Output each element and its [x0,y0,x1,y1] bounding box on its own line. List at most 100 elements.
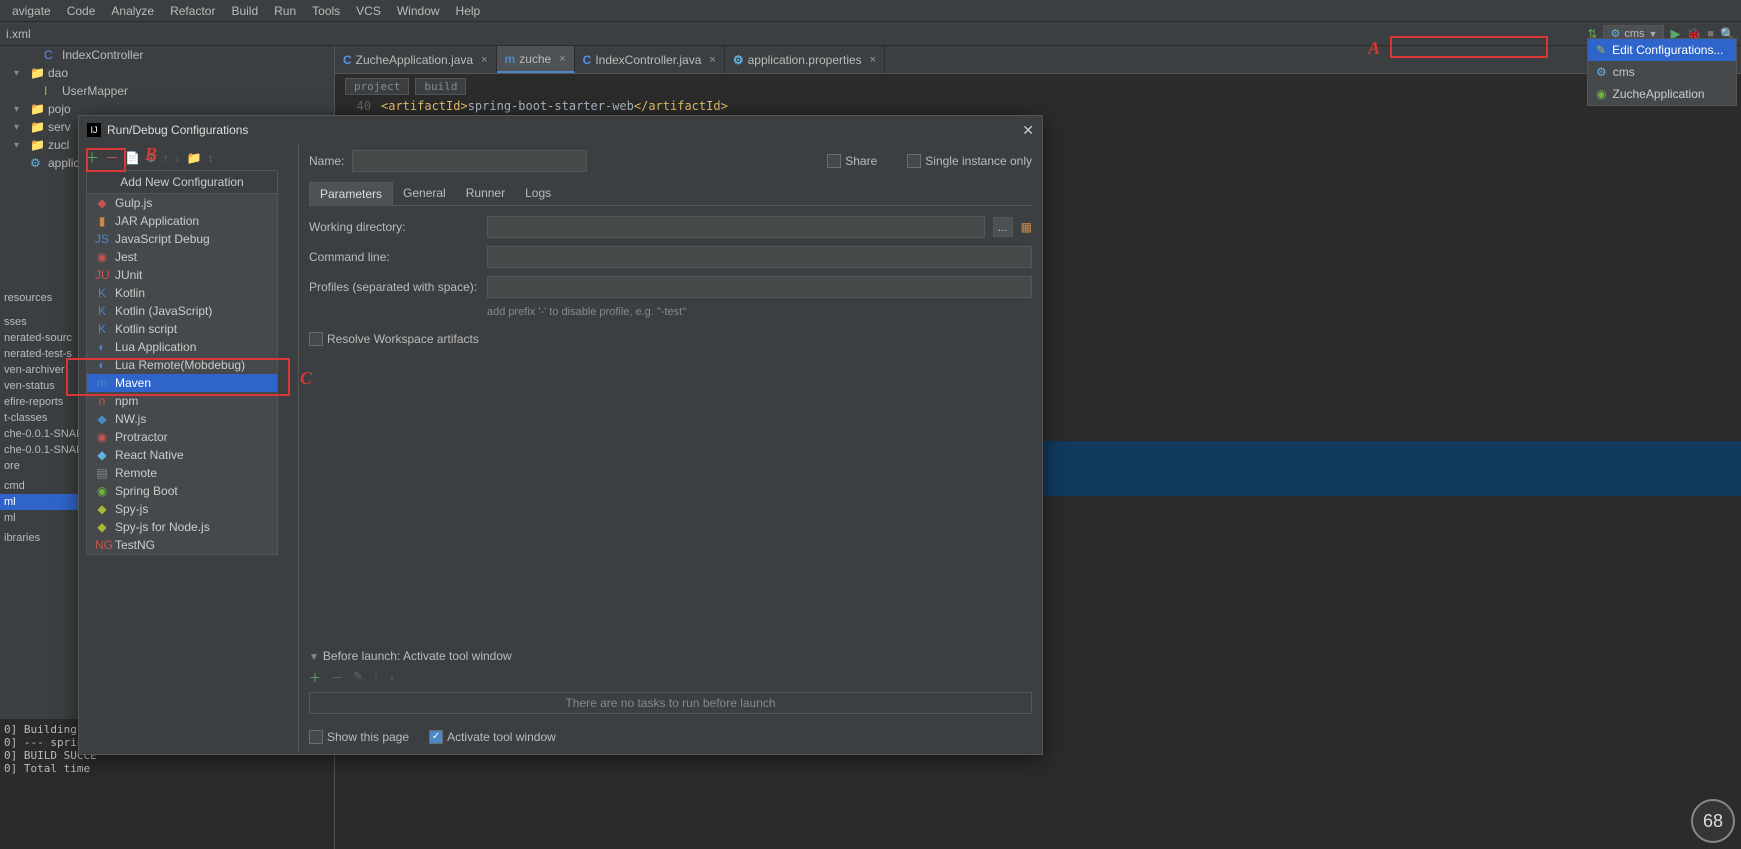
config-type-item[interactable]: ◉Spring Boot [87,482,277,500]
add-config-button[interactable]: ＋ [85,148,99,168]
config-type-item[interactable]: JUJUnit [87,266,277,284]
xml-value: spring-boot-starter-web [468,99,634,113]
tree-item[interactable]: ▾📁dao [0,64,334,82]
config-type-item[interactable]: JSJavaScript Debug [87,230,277,248]
config-type-item[interactable]: ▮JAR Application [87,212,277,230]
config-type-item[interactable]: ◉Protractor [87,428,277,446]
side-item[interactable]: ml [0,494,87,510]
before-launch-label: Before launch: Activate tool window [323,649,512,663]
menu-analyze[interactable]: Analyze [103,4,162,18]
edit-configs-item[interactable]: ✎ Edit Configurations... [1588,39,1736,61]
close-tab-icon[interactable]: × [477,54,487,66]
menu-vcs[interactable]: VCS [348,4,389,18]
tab-parameters[interactable]: Parameters [309,182,393,205]
config-type-item[interactable]: ◉Jest [87,248,277,266]
config-type-item[interactable]: ◐Lua Remote(Mobdebug) [87,356,277,374]
config-type-item[interactable]: ◆React Native [87,446,277,464]
single-instance-checkbox[interactable]: Single instance only [907,154,1032,168]
side-item[interactable]: nerated-test-s [0,346,87,362]
side-item[interactable]: che-0.0.1-SNAP [0,442,87,458]
tree-item[interactable]: CIndexController [0,46,334,64]
config-zuche-item[interactable]: ◉ ZucheApplication [1588,83,1736,105]
menu-navigate[interactable]: avigate [4,4,59,18]
config-type-item[interactable]: NGTestNG [87,536,277,554]
side-item[interactable]: ven-status [0,378,87,394]
menu-run[interactable]: Run [266,4,304,18]
down-button[interactable]: ↓ [175,151,181,165]
profiles-label: Profiles (separated with space): [309,280,479,294]
side-item[interactable]: ml [0,510,87,526]
resolve-workspace-checkbox[interactable]: Resolve Workspace artifacts [309,332,1032,346]
config-type-item[interactable]: ◆Spy-js for Node.js [87,518,277,536]
config-type-item[interactable]: ▤Remote [87,464,277,482]
bl-add-button[interactable]: ＋ [309,669,321,686]
config-type-item[interactable]: ◆Spy-js [87,500,277,518]
copy-button[interactable]: 📄 [125,151,140,165]
side-item[interactable]: ore [0,458,87,474]
side-item[interactable]: cmd [0,478,87,494]
close-tab-icon[interactable]: × [555,53,565,65]
remove-config-button[interactable]: － [105,148,119,168]
bc-project[interactable]: project [345,78,409,95]
side-item[interactable]: che-0.0.1-SNAP [0,426,87,442]
config-type-item[interactable]: ◆NW.js [87,410,277,428]
side-item[interactable]: efire-reports [0,394,87,410]
config-type-item[interactable]: KKotlin script [87,320,277,338]
close-tab-icon[interactable]: × [705,54,715,66]
side-item[interactable]: nerated-sourc [0,330,87,346]
collapse-icon[interactable]: ▼ [309,652,319,663]
chevron-down-icon: ▼ [1649,29,1658,39]
activate-tool-checkbox[interactable]: ✓Activate tool window [429,730,556,744]
profiles-input[interactable] [487,276,1032,298]
up-button[interactable]: ↑ [163,151,169,165]
tab-general[interactable]: General [393,182,456,205]
activate-tool-label: Activate tool window [447,730,556,744]
show-page-label: Show this page [327,730,409,744]
share-checkbox[interactable]: Share [827,154,877,168]
config-type-item[interactable]: KKotlin (JavaScript) [87,302,277,320]
tab-runner[interactable]: Runner [456,182,515,205]
main-menu-bar: avigate Code Analyze Refactor Build Run … [0,0,1741,22]
editor-tab[interactable]: ⚙application.properties× [725,46,885,73]
bl-up-button[interactable]: ↑ [373,669,379,686]
notification-badge[interactable]: 68 [1691,799,1735,843]
close-tab-icon[interactable]: × [866,54,876,66]
show-page-checkbox[interactable]: Show this page [309,730,409,744]
gear-icon: ⚙ [1596,65,1607,79]
config-type-item[interactable]: ◆Gulp.js [87,194,277,212]
inline-button[interactable]: ▦ [1021,220,1032,234]
menu-refactor[interactable]: Refactor [162,4,223,18]
side-item[interactable]: ibraries [0,530,87,546]
config-type-item[interactable]: nnpm [87,392,277,410]
menu-help[interactable]: Help [448,4,489,18]
config-cms-item[interactable]: ⚙ cms [1588,61,1736,83]
side-item[interactable]: ven-archiver [0,362,87,378]
sort-button[interactable]: ↕ [208,151,214,165]
bl-down-button[interactable]: ↓ [389,669,395,686]
config-type-item[interactable]: ◐Lua Application [87,338,277,356]
bl-edit-button[interactable]: ✎ [353,669,363,686]
editor-tab[interactable]: CZucheApplication.java× [335,46,497,73]
working-dir-input[interactable] [487,216,985,238]
menu-window[interactable]: Window [389,4,448,18]
config-type-item[interactable]: KKotlin [87,284,277,302]
editor-tab[interactable]: mzuche× [497,46,575,73]
tab-logs[interactable]: Logs [515,182,561,205]
editor-tab[interactable]: CIndexController.java× [575,46,725,73]
config-type-item[interactable]: mMaven [87,374,277,392]
bl-remove-button[interactable]: － [331,669,343,686]
bc-build[interactable]: build [415,78,466,95]
side-item[interactable]: sses [0,314,87,330]
menu-tools[interactable]: Tools [304,4,348,18]
close-icon[interactable]: ✕ [1022,122,1034,139]
single-label: Single instance only [925,154,1032,168]
name-input[interactable] [352,150,586,172]
cmd-input[interactable] [487,246,1032,268]
side-item[interactable]: t-classes [0,410,87,426]
side-item[interactable]: resources [0,290,87,306]
menu-code[interactable]: Code [59,4,104,18]
browse-button[interactable]: ... [993,217,1013,237]
tree-item[interactable]: IUserMapper [0,82,334,100]
menu-build[interactable]: Build [223,4,266,18]
folder-button[interactable]: 📁 [187,151,202,165]
